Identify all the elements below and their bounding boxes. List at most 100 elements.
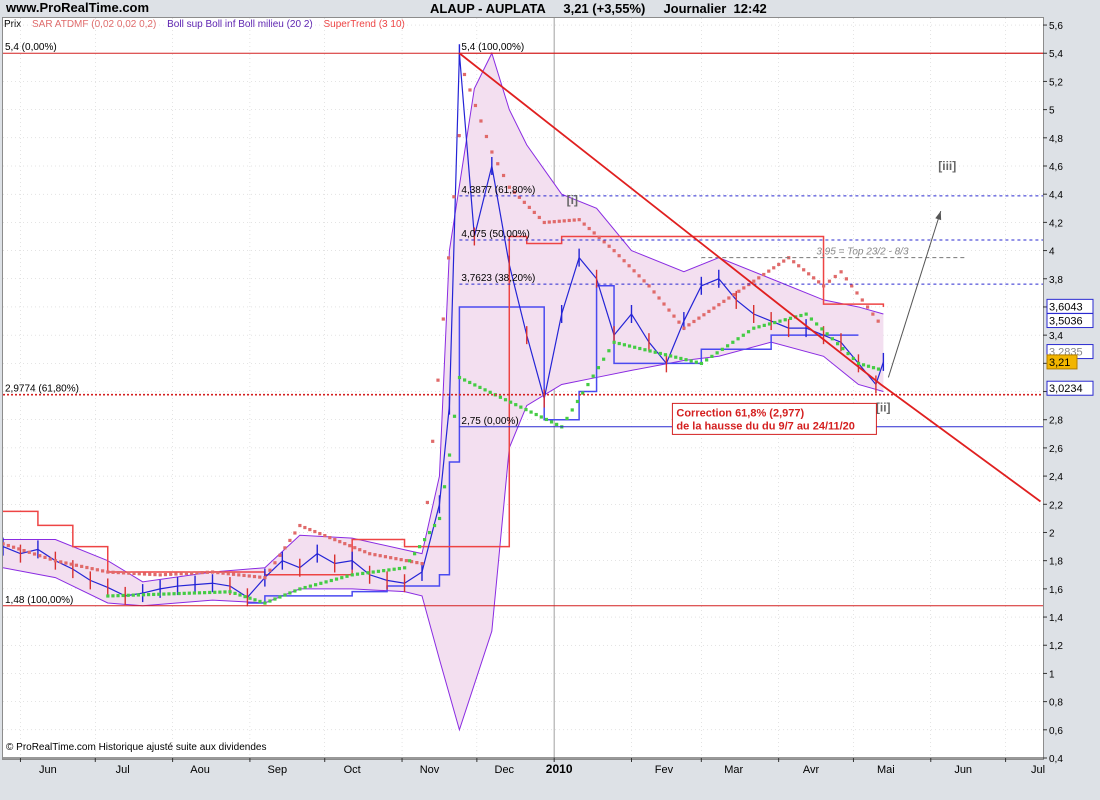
sar-dot-bull <box>202 591 207 595</box>
sar-dot-bear <box>431 439 435 443</box>
sar-dot-bear <box>667 308 671 312</box>
sar-dot-bull <box>258 599 262 604</box>
sar-dot-bear <box>527 205 531 209</box>
sar-dot-bull <box>447 453 452 457</box>
sar-dot-bull <box>544 417 549 422</box>
x-tick-label: Mai <box>877 764 895 776</box>
sar-dot-bear <box>607 244 611 248</box>
sar-dot-bear <box>353 546 357 550</box>
sar-dot-bull <box>617 341 621 346</box>
sar-dot-bear <box>732 293 736 297</box>
sar-dot-bear <box>11 545 16 549</box>
chart-canvas[interactable]: 5,4 (0,00%) 5,4 (100,00%) 4,3877 (61,80%) 4… <box>0 0 1100 800</box>
sar-dot-bear <box>577 218 581 222</box>
sar-dot-bull <box>498 395 503 399</box>
sar-dot-bear <box>822 284 826 288</box>
sar-dot-bull <box>757 325 761 329</box>
sar-dot-bear <box>313 529 317 534</box>
sar-dot-bear <box>247 574 251 578</box>
sar-dot-bull <box>638 346 642 351</box>
sar-dot-bull <box>851 356 855 361</box>
sar-dot-bull <box>141 593 146 597</box>
sar-dot-bear <box>363 550 367 554</box>
sar-dot-bear <box>268 568 272 572</box>
sar-dot-bear <box>132 571 136 576</box>
sar-dot-bull <box>293 589 297 593</box>
sar-dot-bear <box>752 279 756 283</box>
sar-dot-bear <box>572 218 576 222</box>
sar-dot-bear <box>865 305 870 309</box>
sar-dot-bull <box>319 581 323 585</box>
sar-dot-bull <box>417 545 422 549</box>
sar-dot-bear <box>273 561 277 565</box>
y-tick-label: 1,6 <box>1049 585 1063 596</box>
sar-dot-bull <box>243 595 247 599</box>
sar-dot-bear <box>153 572 157 577</box>
sar-dot-bull <box>208 590 212 595</box>
credit-note: © ProRealTime.com Historique ajusté suit… <box>6 742 267 753</box>
x-tick-label: 2010 <box>546 762 573 776</box>
sar-dot-bull <box>116 594 120 598</box>
sar-dot-bull <box>177 591 181 596</box>
sar-dot-bull <box>804 312 808 316</box>
sar-dot-bull <box>720 347 724 351</box>
x-tick-label: Mar <box>724 764 743 776</box>
x-tick-label: Jun <box>39 764 57 776</box>
y-tick-label: 3,4 <box>1049 331 1063 342</box>
sar-dot-bull <box>162 592 166 596</box>
sar-dot-bear <box>69 562 73 566</box>
sar-dot-bull <box>633 345 637 349</box>
sar-dot-bear <box>657 296 661 300</box>
sar-dot-bull <box>679 356 683 361</box>
sar-dot-bull <box>432 523 437 528</box>
sar-dot-bear <box>662 302 666 306</box>
fib-level-label: 5,4 (0,00%) <box>5 42 57 53</box>
sar-dot-bear <box>468 88 472 92</box>
sar-dot-bull <box>157 592 161 596</box>
sar-dot-bear <box>53 559 58 563</box>
sar-dot-bear <box>242 573 246 578</box>
sar-dot-bull <box>233 591 237 595</box>
sar-dot-bear <box>597 235 601 239</box>
wave-label: [iii] <box>938 159 956 173</box>
sar-dot-bull <box>689 359 693 363</box>
sar-dot-bull <box>752 326 756 330</box>
sar-dot-bull <box>509 400 513 404</box>
sar-dot-bear <box>137 572 141 576</box>
sar-dot-bear <box>394 557 398 561</box>
x-tick-label: Dec <box>495 764 515 776</box>
sar-dot-bull <box>731 340 735 344</box>
sar-dot-bear <box>802 268 806 272</box>
y-tick-label: 0,4 <box>1049 754 1063 765</box>
sar-dot-bull <box>350 573 354 577</box>
x-tick-label: Sep <box>268 764 288 776</box>
sar-dot-bear <box>221 571 225 575</box>
correction-callout-line2: de la hausse du du 9/7 au 24/11/20 <box>676 420 855 432</box>
sar-dot-bull <box>820 327 824 331</box>
sar-dot-bear <box>855 291 859 295</box>
sar-dot-bull <box>192 591 197 595</box>
sar-dot-bull <box>253 598 257 602</box>
sar-dot-bear <box>158 573 162 577</box>
sar-dot-bear <box>389 556 393 560</box>
sar-dot-bear <box>692 319 696 324</box>
sar-dot-bear <box>827 279 832 283</box>
sar-dot-bear <box>298 523 302 528</box>
sar-dot-bull <box>648 349 652 353</box>
sar-dot-bear <box>74 563 79 567</box>
sar-dot-bull <box>488 390 492 394</box>
sar-dot-bear <box>378 554 382 558</box>
sar-dot-bear <box>195 571 199 575</box>
sar-dot-bull <box>575 399 580 404</box>
sar-dot-bear <box>797 264 801 268</box>
sar-dot-bull <box>799 313 803 318</box>
sar-dot-bull <box>694 360 698 364</box>
sar-dot-bear <box>707 309 711 314</box>
projection-arrowhead <box>935 211 942 221</box>
sar-dot-bear <box>712 306 716 310</box>
sar-dot-bear <box>22 549 26 553</box>
sar-dot-bear <box>348 544 352 548</box>
sar-dot-bear <box>415 560 419 565</box>
sar-dot-bull <box>228 590 232 594</box>
sar-dot-bear <box>587 226 591 231</box>
